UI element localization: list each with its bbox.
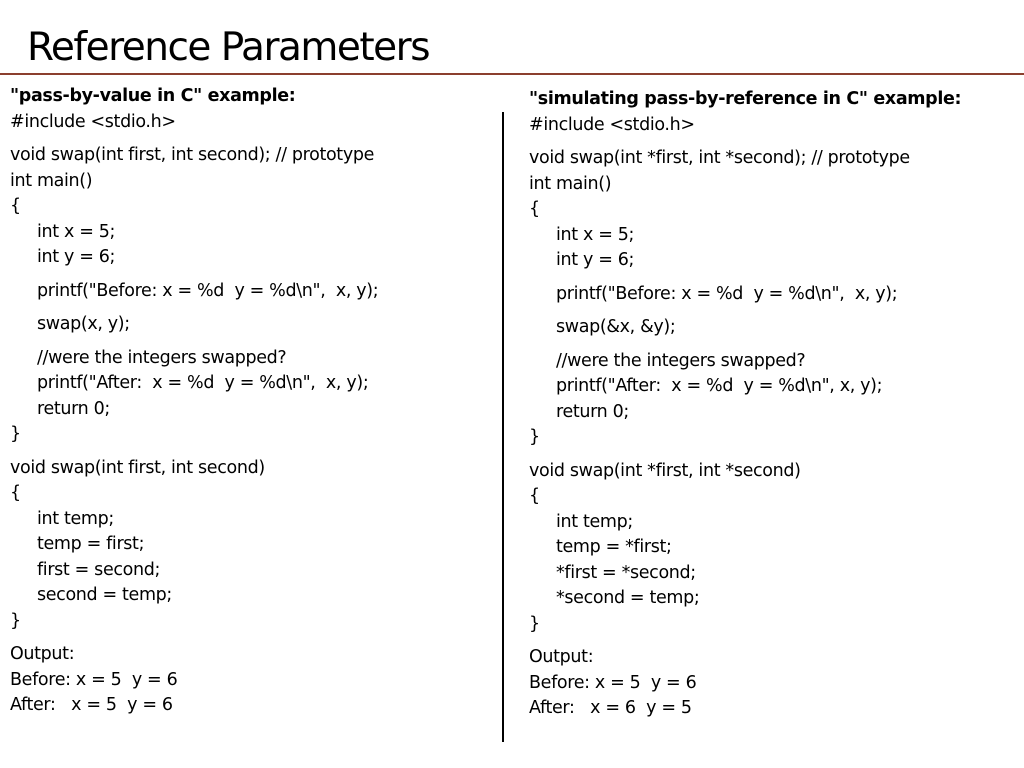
code-line: swap(&x, &y); [556,317,676,337]
pass-by-reference-column: "simulating pass-by-reference in C" exam… [529,87,1019,722]
code-line: int temp; [556,511,633,532]
code-line: Output: [529,647,594,667]
pass-by-value-heading: "pass-by-value in C" example: [10,86,296,106]
pass-by-reference-code: #include <stdio.h> void swap(int *first, … [529,113,1019,722]
code-line: After: x = 6 y = 5 [529,698,692,718]
code-line: void swap(int *first, int *second); // p… [529,148,910,168]
code-line: void swap(int first, int second); // pro… [10,145,375,165]
code-line: int main() [529,173,612,194]
code-line: #include <stdio.h> [10,111,176,132]
code-line: Before: x = 5 y = 6 [10,669,178,690]
column-divider [502,112,504,742]
code-line: printf("Before: x = %d y = %d\n", x, y); [556,283,898,304]
code-line: int x = 5; [556,224,635,245]
code-line: *second = temp; [556,588,700,608]
code-line: second = temp; [37,585,172,605]
code-line: int y = 6; [556,250,635,270]
pass-by-value-column: "pass-by-value in C" example: #include <… [10,84,500,719]
code-line: *first = *second; [556,562,696,583]
code-line: swap(x, y); [37,314,130,334]
code-line: { [529,486,540,506]
code-line: { [10,483,21,503]
slide-title: Reference Parameters [27,25,431,70]
code-line: temp = first; [37,534,145,554]
code-line: After: x = 5 y = 6 [10,695,173,715]
code-line: Before: x = 5 y = 6 [529,672,697,693]
code-line: int x = 5; [37,221,116,242]
code-line: int main() [10,170,93,191]
code-line: first = second; [37,559,161,580]
code-line: temp = *first; [556,537,672,557]
code-line: int temp; [37,508,114,529]
code-line: void swap(int *first, int *second) [529,460,801,481]
code-line: return 0; [37,398,110,419]
code-line: int y = 6; [37,247,116,267]
title-underline [0,73,1024,75]
code-line: } [529,613,540,634]
code-line: printf("After: x = %d y = %d\n", x, y); [37,373,369,393]
code-line: { [10,196,21,216]
code-line: return 0; [556,401,629,422]
code-line: printf("After: x = %d y = %d\n", x, y); [556,376,883,396]
code-line: //were the integers swapped? [37,347,287,368]
pass-by-reference-heading: "simulating pass-by-reference in C" exam… [529,89,962,109]
code-line: } [529,427,540,447]
code-line: printf("Before: x = %d y = %d\n", x, y); [37,280,379,301]
code-line: } [10,610,21,631]
code-line: //were the integers swapped? [556,350,806,371]
code-line: { [529,199,540,219]
code-line: #include <stdio.h> [529,114,695,135]
pass-by-value-code: #include <stdio.h> void swap(int first, i… [10,110,500,719]
code-line: void swap(int first, int second) [10,457,265,478]
code-line: } [10,424,21,444]
code-line: Output: [10,644,75,664]
